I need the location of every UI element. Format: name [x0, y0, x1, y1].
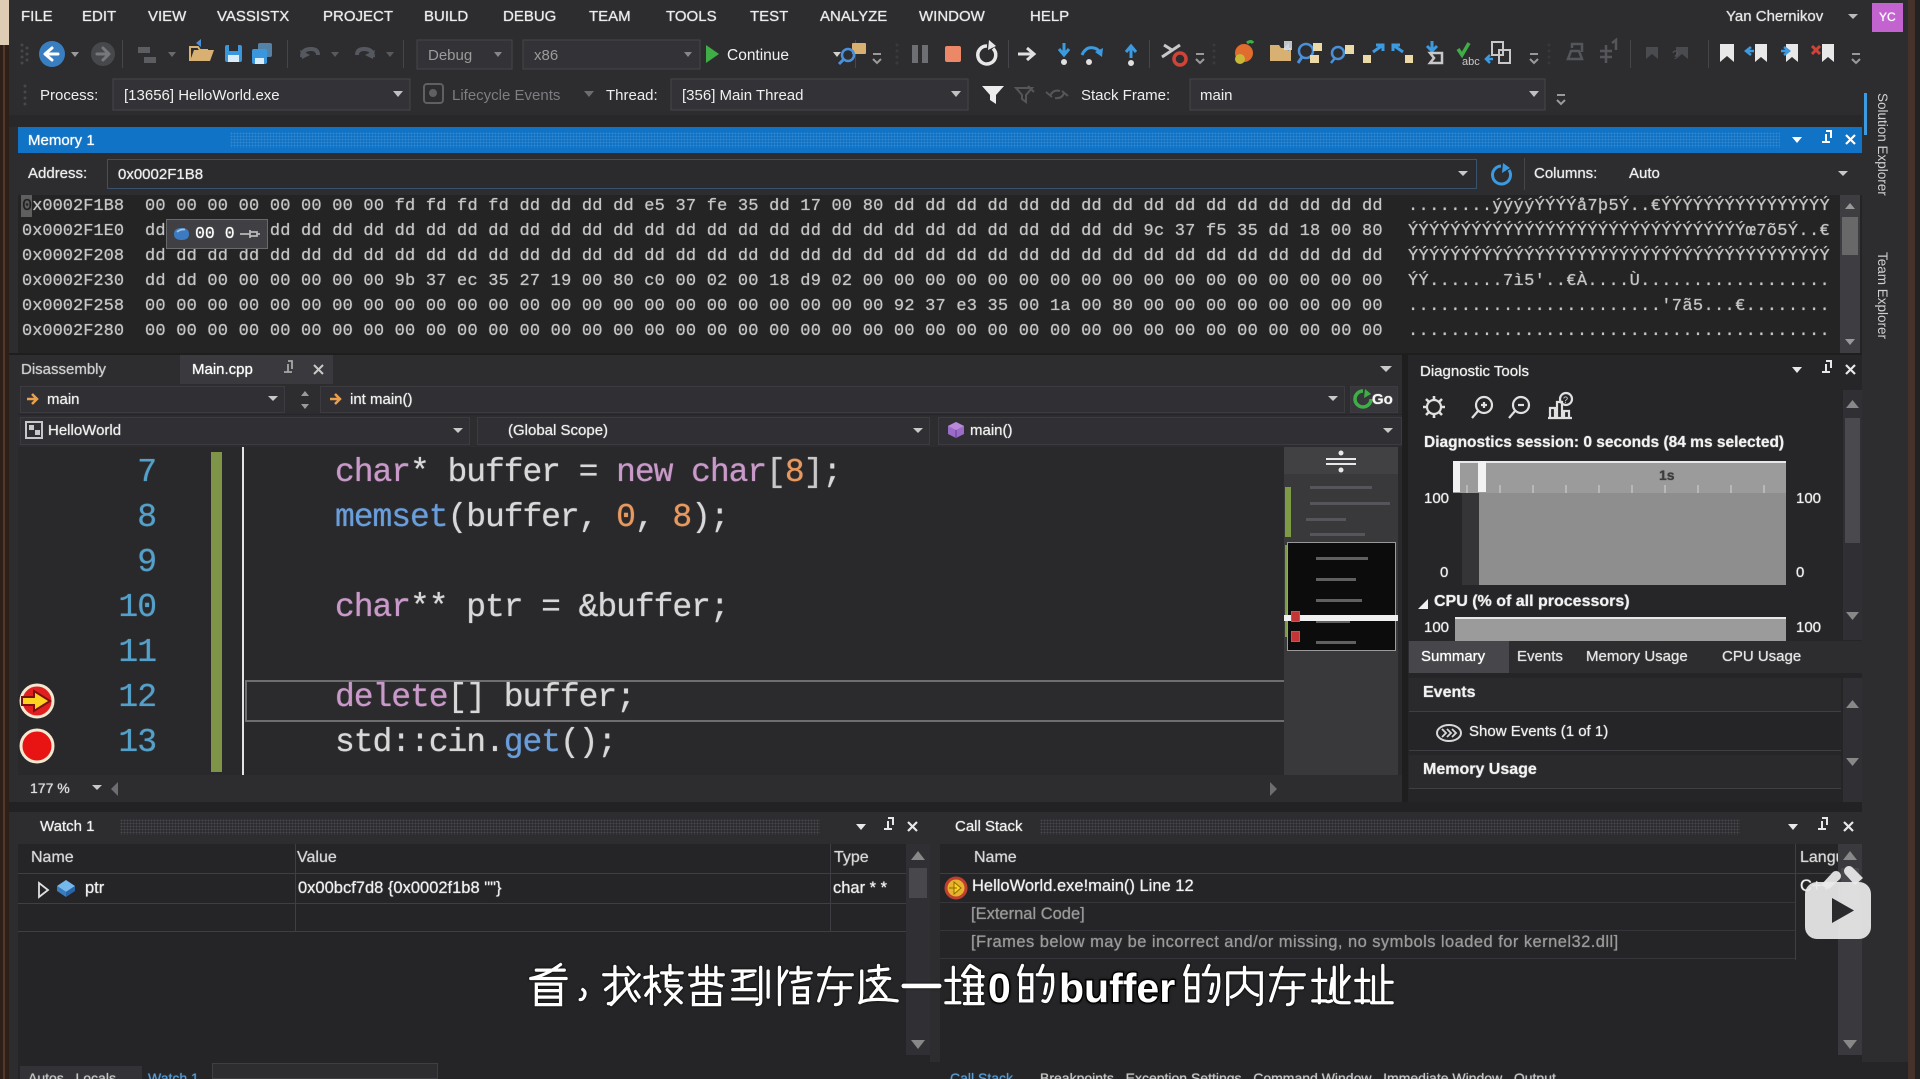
svg-text:?: ? [1672, 48, 1679, 62]
svg-text:Process:: Process: [40, 87, 98, 104]
svg-text:[356] Main Thread: [356] Main Thread [682, 87, 803, 104]
svg-text:main: main [1200, 87, 1233, 104]
svg-text:0: 0 [988, 965, 1011, 1008]
svg-text:Thread:: Thread: [606, 87, 658, 104]
svg-text:Continue: Continue [727, 47, 789, 64]
svg-text:?: ? [1563, 395, 1568, 405]
svg-text:Stack Frame:: Stack Frame: [1081, 87, 1170, 104]
svg-text:Lifecycle Events: Lifecycle Events [452, 87, 560, 104]
svg-text:abc: abc [1462, 56, 1480, 68]
svg-text:Debug: Debug [428, 47, 472, 64]
svg-text:buffer: buffer [1059, 965, 1175, 1008]
svg-text:[13656] HelloWorld.exe: [13656] HelloWorld.exe [124, 87, 280, 104]
svg-text:x86: x86 [534, 47, 558, 64]
